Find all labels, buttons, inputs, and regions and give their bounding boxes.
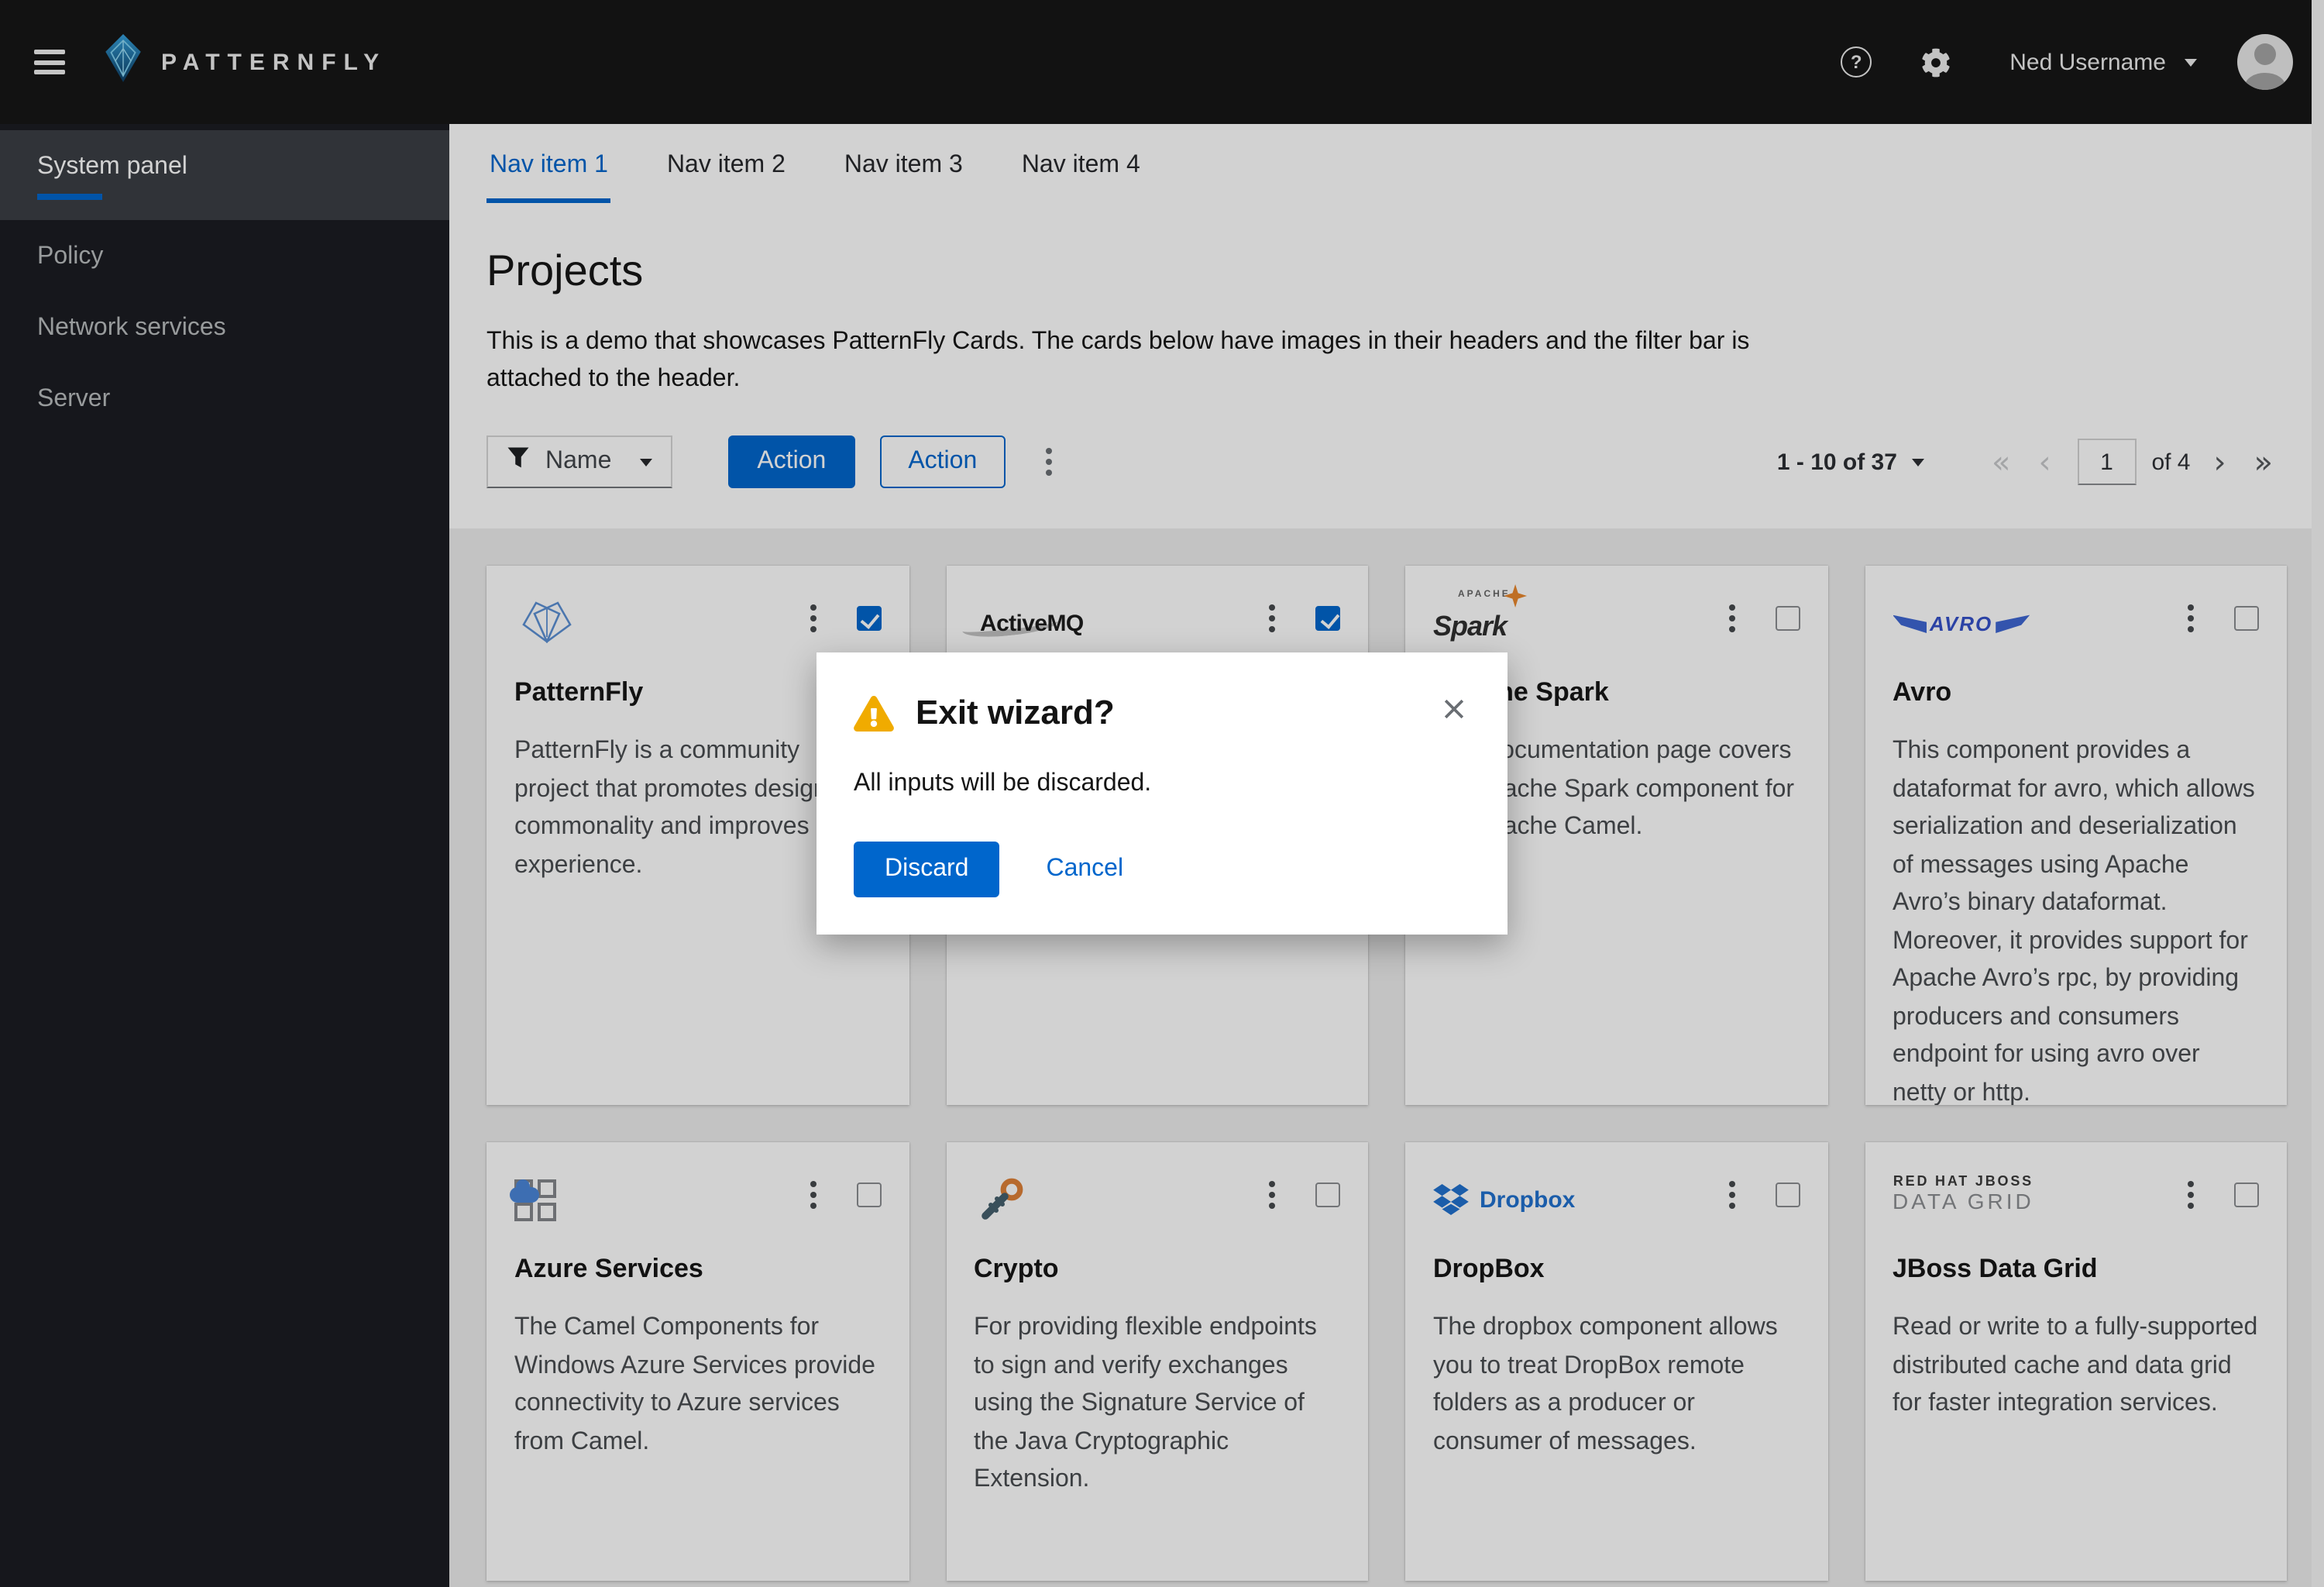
discard-button[interactable]: Discard [854, 842, 1000, 897]
warning-triangle-icon [854, 695, 894, 731]
modal-body-text: All inputs will be discarded. [854, 770, 1152, 797]
modal-title: Exit wizard? [916, 693, 1115, 732]
cancel-button[interactable]: Cancel [1046, 855, 1123, 883]
application-window: PATTERNFLY ? Ned Username System panel P… [0, 0, 2324, 1587]
exit-wizard-modal: Exit wizard? All inputs will be discarde… [816, 652, 1508, 935]
scrollbar[interactable] [2312, 0, 2324, 1587]
close-icon[interactable] [1438, 693, 1470, 725]
